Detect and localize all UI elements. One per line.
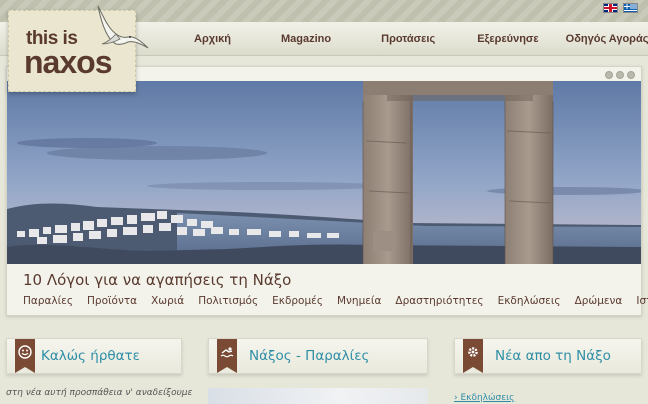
uk-flag-icon[interactable] bbox=[603, 3, 618, 13]
language-switcher bbox=[603, 3, 638, 13]
beach-photo-thumbnail[interactable] bbox=[208, 388, 428, 404]
news-box: Νέα απο τη Νάξο bbox=[454, 338, 642, 374]
welcome-badge bbox=[15, 339, 35, 373]
category-culture[interactable]: Πολιτισμός bbox=[198, 295, 258, 307]
smiley-icon bbox=[18, 345, 32, 359]
nav-explore[interactable]: Εξερεύνησε bbox=[477, 33, 538, 45]
beaches-box: Νάξος - Παραλίες bbox=[208, 338, 428, 374]
slider-dot-2[interactable] bbox=[616, 71, 624, 79]
news-title: Νέα απο τη Νάξο bbox=[495, 348, 611, 364]
category-activities[interactable]: Δραστηριότητες bbox=[395, 295, 483, 307]
swimmer-icon bbox=[220, 347, 234, 358]
category-rituals[interactable]: Δρώμενα bbox=[575, 295, 623, 307]
main-nav: Αρχική Magazino Προτάσεις Εξερεύνησε Οδη… bbox=[180, 22, 648, 56]
slider-dot-1[interactable] bbox=[605, 71, 613, 79]
category-products[interactable]: Προϊόντα bbox=[87, 295, 137, 307]
hero-slider: 10 Λόγοι για να αγαπήσεις τη Νάξο Παραλί… bbox=[6, 66, 648, 316]
nav-suggestions[interactable]: Προτάσεις bbox=[381, 33, 435, 45]
welcome-title: Καλώς ήρθατε bbox=[41, 348, 140, 364]
beaches-badge bbox=[217, 339, 237, 373]
nav-home[interactable]: Αρχική bbox=[194, 33, 231, 45]
slider-pager bbox=[605, 71, 635, 79]
seagull-icon bbox=[97, 5, 149, 49]
category-beaches[interactable]: Παραλίες bbox=[23, 295, 73, 307]
category-history[interactable]: Ιστορία bbox=[636, 295, 648, 307]
news-link-events[interactable]: › Εκδηλώσεις bbox=[454, 393, 514, 403]
news-badge bbox=[463, 339, 483, 373]
category-monuments[interactable]: Μνημεία bbox=[337, 295, 381, 307]
welcome-text: στη νέα αυτή προσπάθεια ν' αναδείξουμε bbox=[6, 388, 193, 398]
category-excursions[interactable]: Εκδρομές bbox=[272, 295, 323, 307]
category-links: Παραλίες Προϊόντα Χωριά Πολιτισμός Εκδρο… bbox=[23, 295, 648, 307]
category-events[interactable]: Εκδηλώσεις bbox=[498, 295, 561, 307]
slide-caption[interactable]: 10 Λόγοι για να αγαπήσεις τη Νάξο bbox=[23, 271, 291, 289]
naxos-portara-photo bbox=[7, 81, 641, 264]
category-villages[interactable]: Χωριά bbox=[151, 295, 184, 307]
nav-shopping-guide[interactable]: Οδηγός Αγοράς bbox=[566, 33, 648, 45]
hero-image bbox=[7, 81, 641, 264]
nav-magazino[interactable]: Magazino bbox=[281, 33, 331, 45]
slider-dot-3[interactable] bbox=[627, 71, 635, 79]
gear-icon bbox=[468, 347, 478, 357]
greek-flag-icon[interactable] bbox=[623, 3, 638, 13]
welcome-box: Καλώς ήρθατε bbox=[6, 338, 182, 374]
beaches-title[interactable]: Νάξος - Παραλίες bbox=[249, 348, 369, 364]
